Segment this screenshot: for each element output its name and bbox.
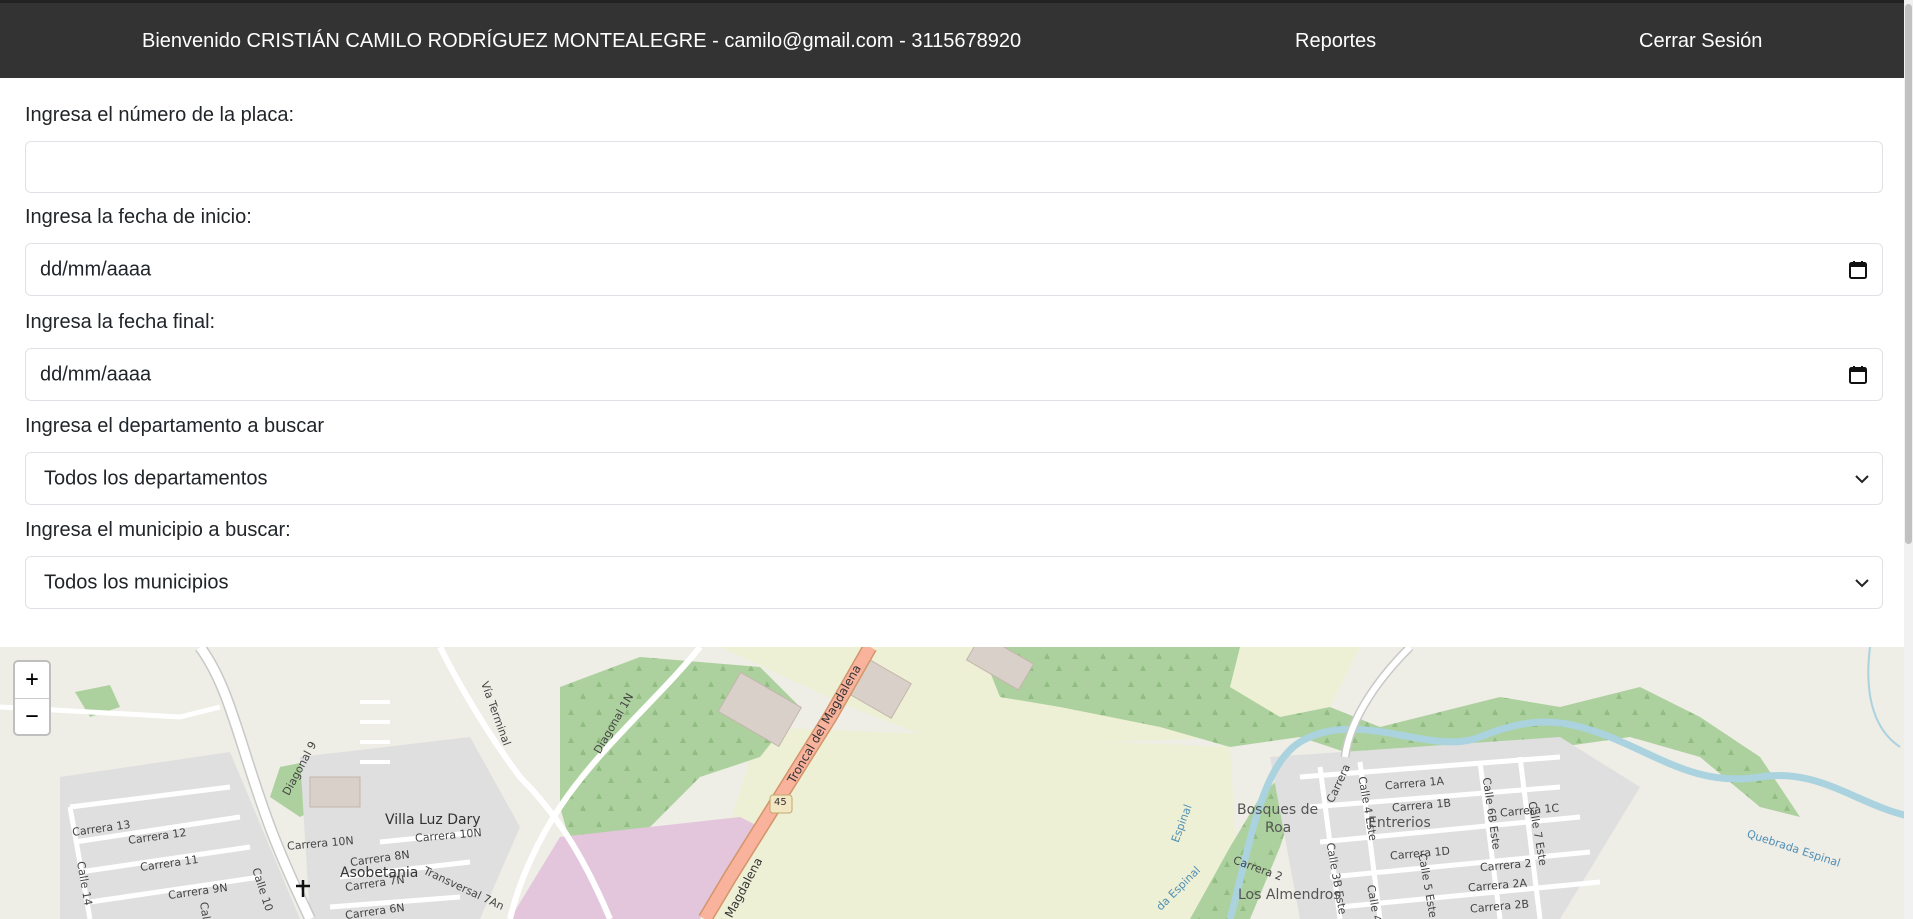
nav-link-reportes[interactable]: Reportes (1295, 30, 1376, 53)
map-label: Carrera 1A (1384, 774, 1445, 793)
map-label: Carrera 2 (1479, 856, 1533, 875)
map-label: Carrera 1B (1391, 796, 1452, 815)
end-date-label: Ingresa la fecha final: (25, 311, 216, 333)
map-label: Roa (1265, 820, 1292, 836)
end-date-input[interactable]: dd/mm/aaaa (25, 348, 1883, 401)
municipality-label: Ingresa el municipio a buscar: (25, 519, 291, 541)
map-label: Calle 14 (74, 860, 95, 907)
welcome-text: Bienvenido CRISTIÁN CAMILO RODRÍGUEZ MON… (142, 30, 1022, 52)
map-label: Carrera 6N (344, 900, 406, 919)
map-label: Quebrada Espinal (1745, 827, 1842, 870)
start-date-placeholder: dd/mm/aaaa (40, 258, 152, 280)
logout-link[interactable]: Cerrar Sesión (1639, 30, 1762, 53)
map-label: Calle 10 (249, 866, 276, 913)
map-label: Asobetania (340, 865, 419, 881)
map-label: Carrera 2A (1467, 876, 1528, 895)
chevron-down-icon (1855, 578, 1869, 587)
map-label: Espinal (1168, 802, 1195, 845)
map-label: da Espinal (1153, 863, 1204, 914)
chevron-down-icon (1855, 474, 1869, 483)
map-label: Calle 3B Este (1323, 841, 1350, 916)
map-label: Carrera 2B (1469, 897, 1530, 916)
map-labels: Vía Terminal Diagonal 1N Troncal del Mag… (0, 647, 1913, 919)
department-select[interactable]: Todos los departamentos (25, 452, 1883, 505)
page-scrollbar[interactable] (1904, 0, 1913, 919)
map-label: Carrera (1323, 762, 1354, 805)
start-date-input[interactable]: dd/mm/aaaa (25, 243, 1883, 296)
map-label: Calle 5 Este (1415, 852, 1440, 919)
scrollbar-thumb[interactable] (1905, 4, 1912, 544)
map-label: Troncal del Magdalena (784, 662, 864, 786)
map-label: Carrera 10N (414, 826, 483, 845)
map-label: Carrera 11 (139, 852, 200, 875)
zoom-out-button[interactable]: − (15, 699, 49, 735)
map-label: Vía Terminal (478, 679, 514, 748)
map-label: Calle 4 (1364, 883, 1384, 919)
map-label: al Magdalena (715, 855, 766, 919)
map-label: Los Almendros (1238, 887, 1341, 903)
map-label: Carrera 2 (1231, 853, 1285, 884)
zoom-in-button[interactable]: + (15, 662, 49, 699)
department-selected: Todos los departamentos (44, 467, 268, 489)
map-label: Carrera 12 (127, 825, 188, 848)
map-label: Villa Luz Dary (385, 812, 481, 828)
map-label: Calle (196, 900, 215, 919)
plate-label: Ingresa el número de la placa: (25, 104, 295, 126)
top-navbar: Bienvenido CRISTIÁN CAMILO RODRÍGUEZ MON… (0, 0, 1913, 78)
plate-input[interactable] (25, 141, 1883, 193)
map-view[interactable]: Vía Terminal Diagonal 1N Troncal del Mag… (0, 647, 1913, 919)
end-date-placeholder: dd/mm/aaaa (40, 363, 152, 385)
map-label: Carrera 13 (71, 817, 132, 840)
department-label: Ingresa el departamento a buscar (25, 415, 325, 437)
calendar-icon[interactable] (1848, 260, 1868, 280)
municipality-selected: Todos los municipios (44, 571, 229, 593)
route-shield-label: 45 (774, 797, 787, 808)
map-label: Bosques de (1237, 802, 1319, 818)
map-label: Diagonal 9 (279, 739, 320, 798)
map-label: Transversal 7An (421, 864, 507, 913)
map-label: Diagonal 1N (591, 691, 637, 756)
map-label: Calle 4 Este (1355, 775, 1380, 842)
municipality-select[interactable]: Todos los municipios (25, 556, 1883, 609)
map-label: Carrera 10N (286, 834, 355, 853)
start-date-label: Ingresa la fecha de inicio: (25, 206, 252, 228)
calendar-icon[interactable] (1848, 365, 1868, 385)
map-label: Carrera 9N (167, 880, 229, 903)
map-zoom-control: + − (13, 660, 51, 736)
